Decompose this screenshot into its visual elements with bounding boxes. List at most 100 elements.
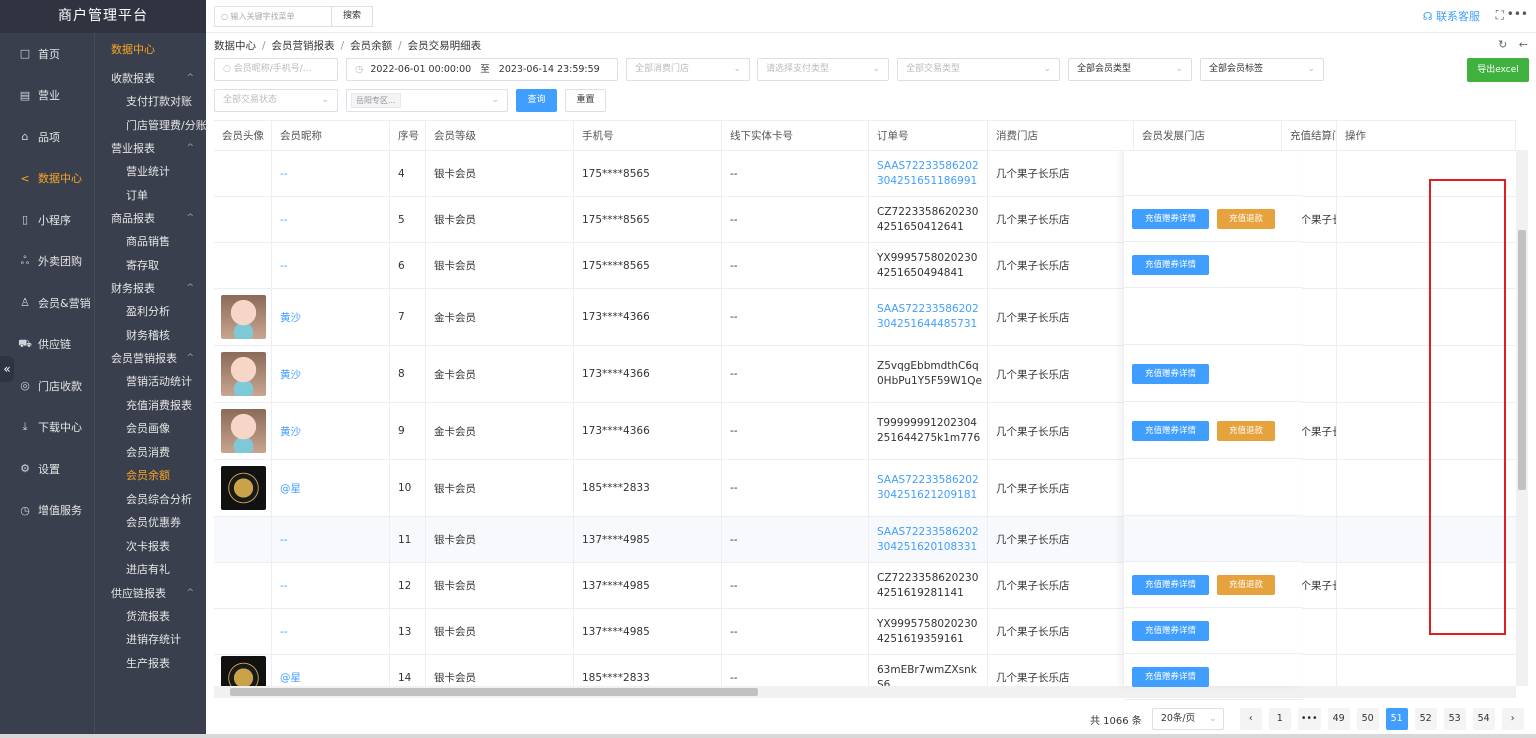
nick-text[interactable]: @星: [280, 481, 301, 496]
breadcrumb-item[interactable]: 会员余额: [350, 40, 392, 52]
rail-item-2[interactable]: ⌂ 品项: [0, 116, 94, 158]
recharge-refund-button[interactable]: 充值退款: [1217, 209, 1275, 229]
order-text[interactable]: SAAS72233586202304251651186991: [877, 159, 983, 189]
trade-status-select[interactable]: 全部交易状态 ⌄: [214, 89, 338, 112]
submenu-item[interactable]: 财务稽核: [95, 324, 206, 348]
submenu-item[interactable]: 进销存统计: [95, 628, 206, 652]
recharge-coupon-detail-button[interactable]: 充值赠券详情: [1132, 667, 1209, 687]
recharge-refund-button[interactable]: 充值退款: [1217, 420, 1275, 441]
breadcrumb-item[interactable]: 数据中心: [214, 40, 256, 52]
submenu-group[interactable]: 财务报表 ^: [95, 277, 206, 300]
nick-text[interactable]: 黄沙: [280, 367, 301, 382]
submenu-head[interactable]: 数据中心: [95, 33, 206, 67]
submenu-item[interactable]: 营业统计: [95, 160, 206, 184]
submenu-item[interactable]: 支付打款对账: [95, 90, 206, 114]
nick-text[interactable]: --: [280, 260, 288, 272]
collapse-sidebar-button[interactable]: «: [0, 356, 14, 382]
vertical-scrollbar[interactable]: [1516, 150, 1528, 686]
reset-button[interactable]: 重置: [565, 89, 606, 112]
more-icon[interactable]: •••: [1507, 7, 1528, 21]
submenu-item[interactable]: 会员画像: [95, 417, 206, 441]
nick-text[interactable]: --: [280, 534, 288, 546]
submenu-group[interactable]: 供应链报表 ^: [95, 582, 206, 605]
export-excel-button[interactable]: 导出excel: [1467, 58, 1529, 82]
submenu-item[interactable]: 会员消费: [95, 441, 206, 465]
nick-text[interactable]: --: [280, 580, 288, 592]
rail-item-3[interactable]: < 数据中心: [0, 158, 94, 200]
submenu-item[interactable]: 门店管理费/分账: [95, 114, 206, 138]
submenu-item[interactable]: 次卡报表: [95, 535, 206, 559]
page-button[interactable]: 49: [1327, 708, 1350, 730]
contact-support-link[interactable]: ☊ 联系客服: [1423, 8, 1480, 24]
page-button[interactable]: 54: [1472, 708, 1495, 730]
submenu-item[interactable]: 盈利分析: [95, 300, 206, 324]
next-page-button[interactable]: ›: [1501, 708, 1524, 730]
page-button[interactable]: 51: [1385, 708, 1408, 730]
member-search-input[interactable]: ○ 会员昵称/手机号/...: [214, 58, 338, 81]
vertical-scroll-thumb[interactable]: [1518, 230, 1526, 490]
order-text[interactable]: SAAS72233586202304251644485731: [877, 302, 983, 332]
nick-text[interactable]: --: [280, 214, 288, 226]
page-button[interactable]: •••: [1297, 708, 1321, 730]
submenu-item[interactable]: 充值消费报表: [95, 394, 206, 418]
nick-text[interactable]: --: [280, 168, 288, 180]
prev-page-button[interactable]: ‹: [1239, 708, 1262, 730]
menu-search-button[interactable]: 搜索: [331, 6, 373, 27]
store-select[interactable]: 全部消费门店 ⌄: [626, 58, 750, 81]
submenu-item[interactable]: 会员余额: [95, 464, 206, 488]
submenu-item[interactable]: 货流报表: [95, 605, 206, 629]
recharge-coupon-detail-button[interactable]: 充值赠券详情: [1132, 363, 1209, 384]
submenu-item[interactable]: 进店有礼: [95, 558, 206, 582]
order-text[interactable]: SAAS72233586202304251620108331: [877, 525, 983, 555]
breadcrumb-item[interactable]: 会员营销报表: [272, 40, 335, 52]
rail-item-11[interactable]: ◷ 增值服务: [0, 490, 94, 532]
trade-type-select[interactable]: 全部交易类型 ⌄: [897, 58, 1060, 81]
fullscreen-icon[interactable]: ⛶: [1496, 8, 1504, 23]
submenu-item[interactable]: 生产报表: [95, 652, 206, 676]
page-button[interactable]: 1: [1268, 708, 1291, 730]
member-type-select[interactable]: 全部会员类型 ⌄: [1068, 58, 1192, 81]
recharge-refund-button[interactable]: 充值退款: [1217, 575, 1275, 595]
submenu-group[interactable]: 商品报表 ^: [95, 207, 206, 230]
submenu-item[interactable]: 寄存取: [95, 254, 206, 278]
submenu-item[interactable]: 会员综合分析: [95, 488, 206, 512]
recharge-coupon-detail-button[interactable]: 充值赠券详情: [1132, 255, 1209, 275]
recharge-coupon-detail-button[interactable]: 充值赠券详情: [1132, 420, 1209, 441]
nick-text[interactable]: @星: [280, 670, 301, 685]
submenu-item[interactable]: 会员优惠券: [95, 511, 206, 535]
submenu-item[interactable]: 营销活动统计: [95, 370, 206, 394]
submenu-item[interactable]: 订单: [95, 184, 206, 208]
submenu-group[interactable]: 收款报表 ^: [95, 67, 206, 90]
submenu-group[interactable]: 营业报表 ^: [95, 137, 206, 160]
rail-item-5[interactable]: ஃ 外卖团购: [0, 241, 94, 283]
horizontal-scrollbar[interactable]: [214, 686, 1516, 698]
nick-text[interactable]: 黄沙: [280, 310, 301, 325]
rail-item-1[interactable]: ▤ 营业: [0, 75, 94, 117]
order-text[interactable]: SAAS72233586202304251621209181: [877, 473, 983, 503]
rail-item-6[interactable]: ♙ 会员&营销: [0, 282, 94, 324]
menu-search-input[interactable]: ○ 输入关键字找菜单: [214, 6, 332, 27]
nick-text[interactable]: 黄沙: [280, 424, 301, 439]
page-button[interactable]: 50: [1356, 708, 1379, 730]
query-button[interactable]: 查询: [516, 89, 557, 112]
rail-item-10[interactable]: ⚙ 设置: [0, 448, 94, 490]
rail-item-0[interactable]: □ 首页: [0, 33, 94, 75]
refresh-icon[interactable]: ↻: [1498, 38, 1507, 51]
recharge-coupon-detail-button[interactable]: 充值赠券详情: [1132, 209, 1209, 229]
recharge-coupon-detail-button[interactable]: 充值赠券详情: [1132, 621, 1209, 641]
member-tag-select[interactable]: 全部会员标签 ⌄: [1200, 58, 1324, 81]
page-size-select[interactable]: 20条/页 ⌄: [1151, 708, 1224, 730]
back-icon[interactable]: ←: [1519, 38, 1528, 51]
pay-type-select[interactable]: 请选择支付类型 ⌄: [757, 58, 889, 81]
submenu-item[interactable]: 商品销售: [95, 230, 206, 254]
nick-text[interactable]: --: [280, 626, 288, 638]
rail-item-4[interactable]: ▯ 小程序: [0, 199, 94, 241]
rail-item-8[interactable]: ◎ 门店收款: [0, 365, 94, 407]
date-range-picker[interactable]: ◷ 2022-06-01 00:00:00 至 2023-06-14 23:59…: [346, 58, 618, 81]
submenu-group[interactable]: 会员营销报表 ^: [95, 347, 206, 370]
page-button[interactable]: 53: [1443, 708, 1466, 730]
page-button[interactable]: 52: [1414, 708, 1437, 730]
region-select[interactable]: 岳阳专区... ⌄: [346, 89, 508, 112]
horizontal-scroll-thumb[interactable]: [230, 688, 758, 696]
recharge-coupon-detail-button[interactable]: 充值赠券详情: [1132, 575, 1209, 595]
